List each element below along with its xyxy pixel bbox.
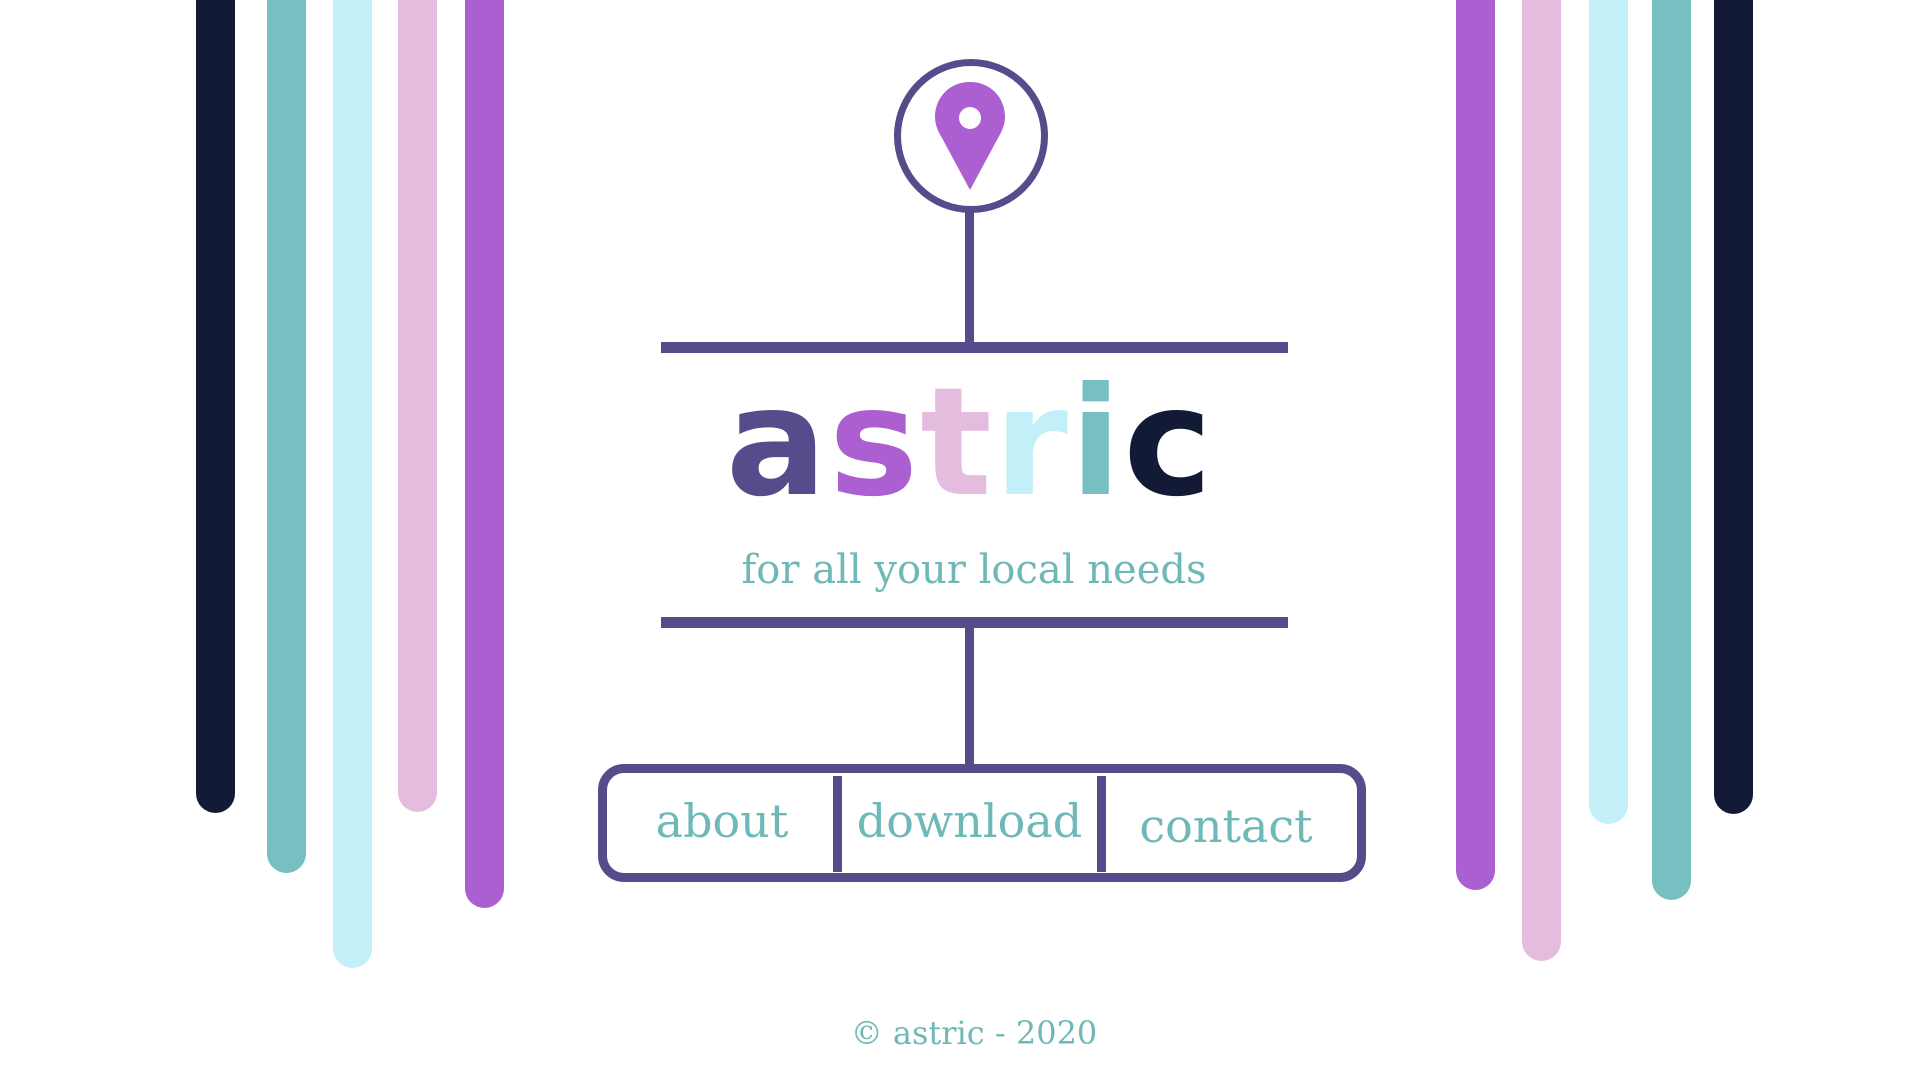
logo-letter-t: t bbox=[920, 356, 994, 530]
nav-link-contact[interactable]: contact bbox=[1106, 798, 1346, 854]
logo-letter-r: r bbox=[993, 356, 1070, 530]
logo-letter-s: s bbox=[828, 356, 921, 530]
connector-stem-top bbox=[965, 210, 974, 345]
divider-line-top bbox=[661, 342, 1288, 353]
nav-divider bbox=[1097, 776, 1106, 872]
nav-divider bbox=[833, 776, 842, 872]
nav-link-about[interactable]: about bbox=[611, 793, 833, 849]
map-pin-icon bbox=[935, 82, 1005, 190]
logo-letter-i: i bbox=[1069, 356, 1124, 530]
tagline: for all your local needs bbox=[741, 547, 1207, 593]
divider-line-bottom bbox=[661, 617, 1288, 628]
nav-link-download[interactable]: download bbox=[842, 793, 1097, 849]
landing-page: astric for all your local needs about do… bbox=[0, 0, 1920, 1080]
logo-letter-a: a bbox=[725, 356, 829, 530]
brand-logo-wordmark: astric bbox=[0, 368, 1920, 518]
footer-copyright: © astric - 2020 bbox=[850, 1014, 1098, 1052]
logo-letter-c: c bbox=[1123, 356, 1215, 530]
connector-stem-bottom bbox=[965, 628, 974, 766]
